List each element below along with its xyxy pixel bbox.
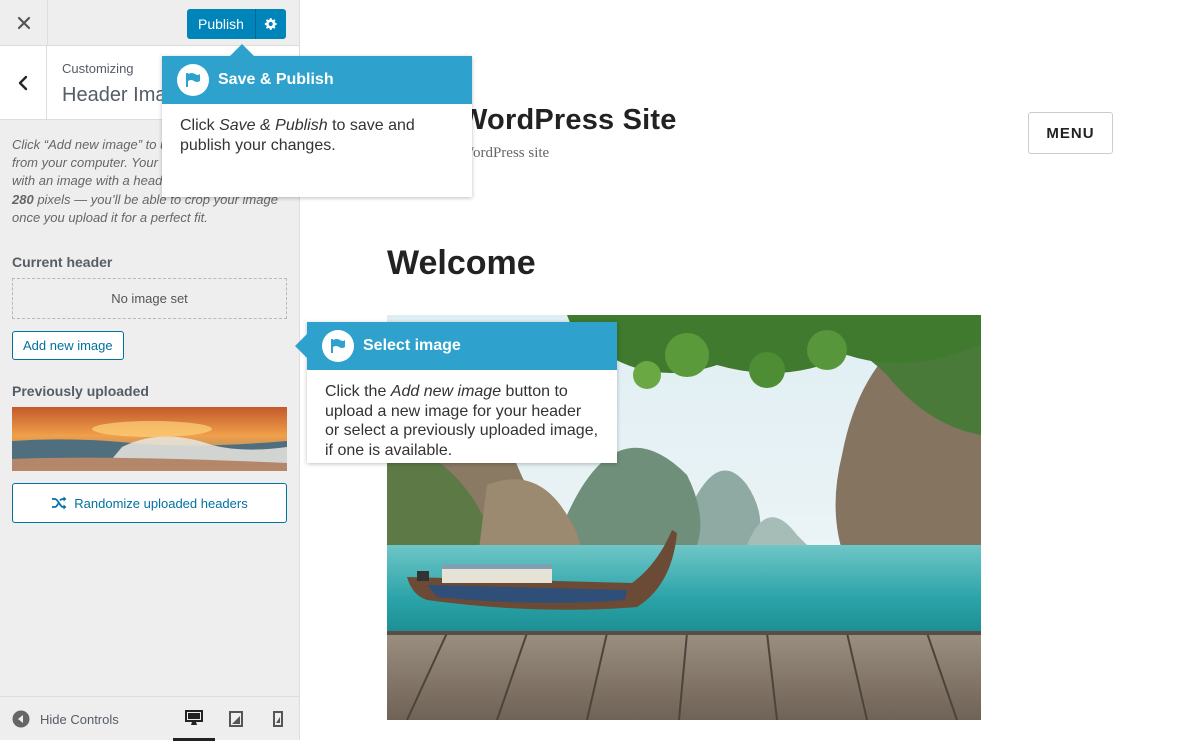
tooltip-body-emphasis: Save & Publish: [219, 117, 328, 134]
tooltip-title: Select image: [363, 337, 461, 354]
desktop-preview-button[interactable]: [173, 697, 215, 741]
tooltip-header: Save & Publish: [162, 56, 472, 104]
close-button[interactable]: [0, 0, 48, 46]
customizing-label: Customizing: [62, 61, 134, 76]
mobile-icon: [273, 711, 283, 727]
close-icon: [17, 16, 30, 30]
gear-icon: [264, 18, 277, 30]
current-header-placeholder: No image set: [12, 278, 287, 319]
collapse-icon: [12, 710, 30, 728]
mobile-preview-button[interactable]: [257, 697, 299, 741]
randomize-label: Randomize uploaded headers: [74, 495, 248, 511]
page-heading: Welcome: [387, 244, 536, 282]
site-tagline: WordPress site: [460, 145, 550, 161]
site-title[interactable]: WordPress Site: [460, 104, 677, 137]
current-header-label: Current header: [12, 254, 113, 270]
tooltip-header: Select image: [307, 322, 617, 370]
publish-button[interactable]: Publish: [187, 9, 256, 39]
no-image-text: No image set: [111, 291, 188, 306]
tablet-icon: [229, 711, 243, 727]
flag-icon: [177, 64, 209, 96]
flag-icon: [322, 330, 354, 362]
beach-sunset-image: [12, 407, 287, 471]
tooltip-arrow: [230, 44, 254, 56]
publish-settings-button[interactable]: [255, 9, 286, 39]
tooltip-body: Click the Add new image button to upload…: [307, 370, 617, 460]
add-new-image-button[interactable]: Add new image: [12, 331, 124, 360]
tooltip-body-emphasis: Add new image: [390, 383, 502, 400]
shuffle-icon: [52, 496, 67, 510]
customizer-topbar: Publish: [0, 0, 299, 46]
tooltip-arrow: [295, 334, 307, 358]
customizer-footer: Hide Controls: [0, 696, 299, 741]
tablet-preview-button[interactable]: [215, 697, 257, 741]
menu-button[interactable]: MENU: [1028, 112, 1113, 154]
publish-tooltip: Save & Publish Click Save & Publish to s…: [162, 44, 472, 197]
tooltip-body: Click Save & Publish to save and publish…: [162, 104, 472, 155]
publish-button-group: Publish: [187, 9, 286, 39]
uploaded-header-thumbnail[interactable]: [12, 407, 287, 471]
desktop-icon: [185, 709, 203, 725]
hide-controls-button[interactable]: Hide Controls: [12, 697, 119, 741]
back-button[interactable]: [0, 46, 47, 119]
chevron-left-icon: [18, 75, 28, 90]
randomize-headers-button[interactable]: Randomize uploaded headers: [12, 483, 287, 523]
previously-uploaded-label: Previously uploaded: [12, 383, 149, 399]
tooltip-body-pre: Click the: [325, 383, 391, 400]
tooltip-title: Save & Publish: [218, 71, 334, 88]
hide-controls-label: Hide Controls: [40, 711, 119, 727]
select-image-tooltip: Select image Click the Add new image but…: [295, 322, 617, 463]
tooltip-body-pre: Click: [180, 117, 220, 134]
